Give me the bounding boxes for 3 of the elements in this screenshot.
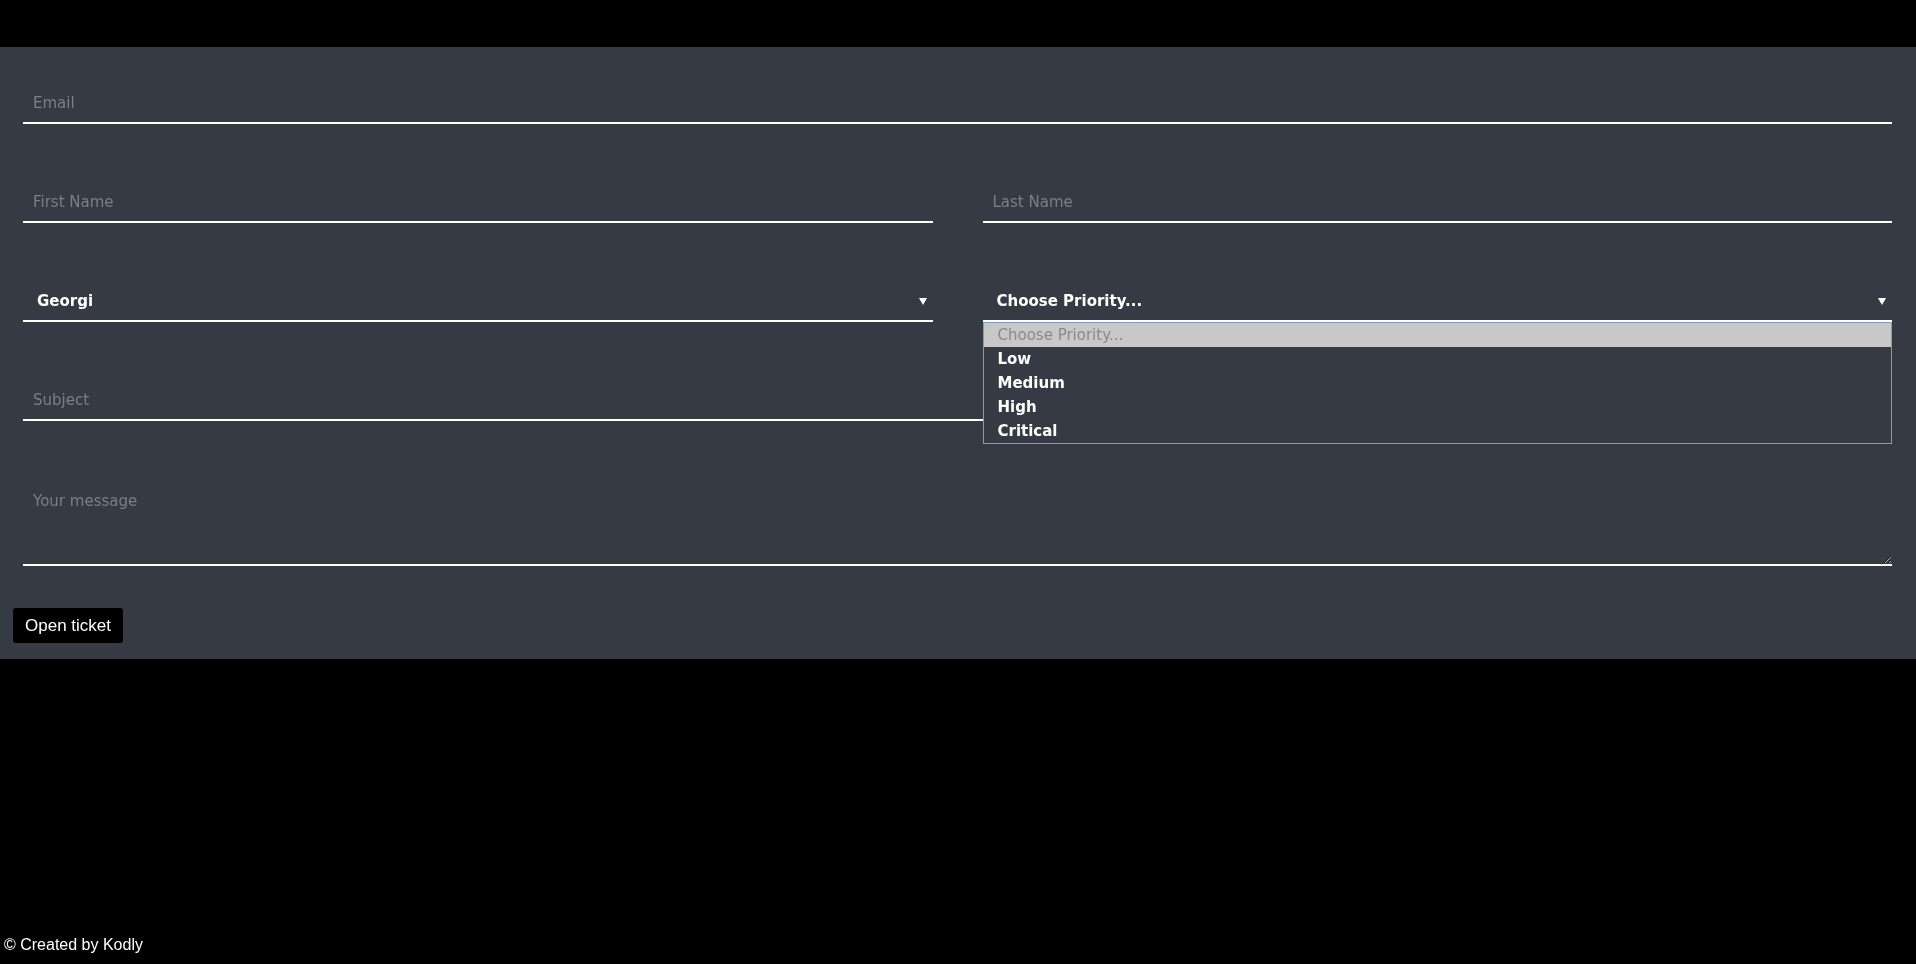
select-value: Choose Priority...: [996, 292, 1143, 310]
footer-text: © Created by Kodly: [4, 936, 143, 954]
select-value: Georgi: [37, 292, 94, 310]
